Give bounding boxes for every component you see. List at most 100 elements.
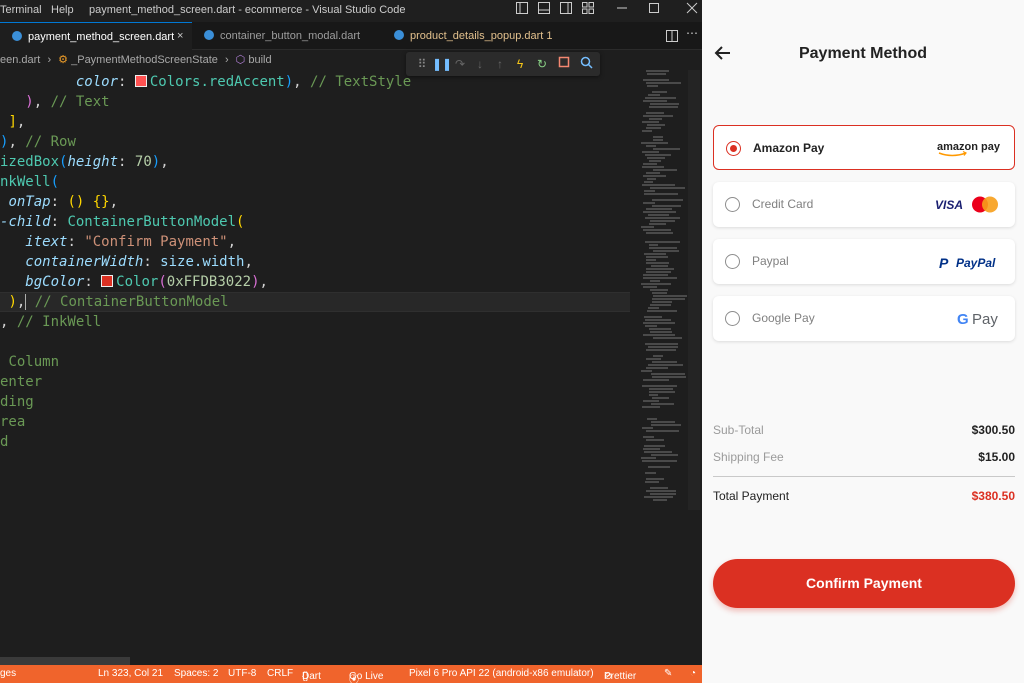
payment-option-paypal[interactable]: Paypal P PayPal — [713, 239, 1015, 284]
minimap-line — [653, 250, 679, 252]
pause-icon[interactable]: ❚❚ — [432, 56, 452, 72]
code-line: ding — [0, 394, 34, 410]
minimap-line — [649, 106, 678, 108]
status-device[interactable]: Pixel 6 Pro API 22 (android-x86 emulator… — [409, 668, 594, 679]
breadcrumb-method[interactable]: build — [248, 54, 271, 66]
close-tab-icon[interactable]: × — [177, 30, 183, 42]
minimap-line — [646, 232, 673, 234]
minimap-line — [642, 406, 660, 408]
color-swatch[interactable] — [101, 275, 114, 287]
step-into-icon[interactable]: ↓ — [472, 56, 488, 72]
radio-button[interactable] — [725, 254, 740, 269]
step-over-icon[interactable]: ↷ — [452, 56, 468, 72]
tab-container-button-modal[interactable]: container_button_modal.dart — [192, 22, 382, 50]
amazon-pay-text: amazon pay — [937, 141, 1000, 153]
minimap-line — [641, 457, 656, 459]
minimap-line — [651, 265, 668, 267]
minimap-line — [650, 280, 660, 282]
minimap-line — [648, 364, 683, 366]
minimap-line — [642, 460, 677, 462]
toggle-secondary-sidebar-icon[interactable] — [560, 2, 572, 18]
step-out-icon[interactable]: ↑ — [492, 56, 508, 72]
widget-inspector-icon[interactable] — [578, 56, 594, 72]
minimap-line — [651, 454, 678, 456]
total-label: Total Payment — [713, 489, 790, 503]
code-line: enter — [0, 374, 43, 390]
minimap-line — [648, 214, 669, 216]
minimap-line — [643, 202, 655, 204]
minimap-line — [650, 304, 671, 306]
notifications-icon[interactable]: ◔ — [690, 668, 696, 679]
maximize-icon[interactable] — [648, 2, 660, 18]
dart-file-icon — [12, 31, 22, 41]
minimap-line — [653, 499, 667, 501]
radio-button[interactable] — [725, 311, 740, 326]
split-editor-icon[interactable] — [666, 29, 678, 47]
minimap-line — [643, 400, 659, 402]
minimap-line — [646, 172, 660, 174]
minimap-line — [641, 283, 671, 285]
radio-button[interactable] — [725, 197, 740, 212]
stop-icon[interactable] — [556, 56, 572, 72]
status-indentation[interactable]: Spaces: 2 — [174, 668, 218, 679]
minimap[interactable] — [636, 70, 687, 510]
breadcrumb-file[interactable]: een.dart — [0, 54, 40, 66]
color-swatch[interactable] — [134, 75, 147, 87]
horizontal-scrollbar[interactable] — [0, 657, 130, 665]
status-eol[interactable]: CRLF — [267, 668, 293, 679]
status-left[interactable]: ges — [0, 668, 16, 679]
minimap-line — [643, 322, 675, 324]
tab-payment-method-screen[interactable]: payment_method_screen.dart × — [0, 22, 192, 50]
drag-handle-icon[interactable]: ⠿ — [414, 56, 430, 72]
menu-help[interactable]: Help — [51, 4, 74, 16]
minimap-line — [652, 361, 677, 363]
feedback-icon[interactable]: ✎ — [664, 668, 672, 679]
minimap-line — [643, 229, 671, 231]
editor-scrollbar[interactable] — [688, 70, 700, 510]
payment-option-credit-card[interactable]: Credit Card VISA — [713, 182, 1015, 227]
minimap-line — [646, 112, 664, 114]
breadcrumb-class[interactable]: _PaymentMethodScreenState — [71, 54, 218, 66]
google-pay-logo: G Pay — [957, 296, 1001, 341]
code-line: d — [0, 434, 9, 450]
minimap-line — [642, 130, 652, 132]
restart-icon[interactable]: ↻ — [534, 56, 550, 72]
more-actions-icon[interactable]: ⋯ — [686, 26, 698, 40]
toggle-sidebar-icon[interactable] — [516, 2, 528, 18]
payment-option-amazon-pay[interactable]: Amazon Pay amazon pay — [713, 125, 1015, 170]
minimap-line — [652, 292, 667, 294]
status-cursor-position[interactable]: Ln 323, Col 21 — [98, 668, 163, 679]
code-editor[interactable]: color: Colors.redAccent), // TextStyle )… — [0, 72, 630, 662]
toggle-panel-icon[interactable] — [538, 2, 550, 18]
radio-button[interactable] — [726, 141, 741, 156]
payment-option-label: Paypal — [752, 254, 789, 268]
minimap-line — [649, 328, 671, 330]
close-window-icon[interactable] — [686, 2, 698, 18]
minimap-line — [644, 316, 662, 318]
vscode-window: Terminal Help payment_method_screen.dart… — [0, 0, 702, 683]
minimap-line — [647, 310, 677, 312]
minimap-line — [650, 289, 668, 291]
minimap-line — [643, 79, 669, 81]
subtotal-label: Sub-Total — [713, 423, 764, 437]
minimap-line — [646, 259, 656, 261]
tab-product-details-popup[interactable]: product_details_popup.dart 1 — [382, 22, 562, 50]
paypal-text: PayPal — [956, 256, 996, 270]
menu-terminal[interactable]: Terminal — [0, 4, 42, 16]
minimap-line — [646, 145, 656, 147]
minimap-line — [641, 370, 652, 372]
payment-option-google-pay[interactable]: Google Pay G Pay — [713, 296, 1015, 341]
minimap-line — [645, 241, 680, 243]
status-encoding[interactable]: UTF-8 — [228, 668, 256, 679]
hot-reload-icon[interactable]: ϟ — [512, 56, 528, 72]
minimap-line — [645, 154, 671, 156]
minimap-line — [652, 301, 672, 303]
tab-label: container_button_modal.dart — [220, 30, 361, 42]
customize-layout-icon[interactable] — [582, 2, 594, 18]
code-line: containerWidth: size.width, — [25, 254, 253, 270]
minimap-line — [653, 169, 677, 171]
minimap-line — [645, 325, 657, 327]
minimize-icon[interactable] — [616, 2, 628, 18]
minimap-line — [643, 163, 657, 165]
confirm-payment-button[interactable]: Confirm Payment — [713, 559, 1015, 608]
